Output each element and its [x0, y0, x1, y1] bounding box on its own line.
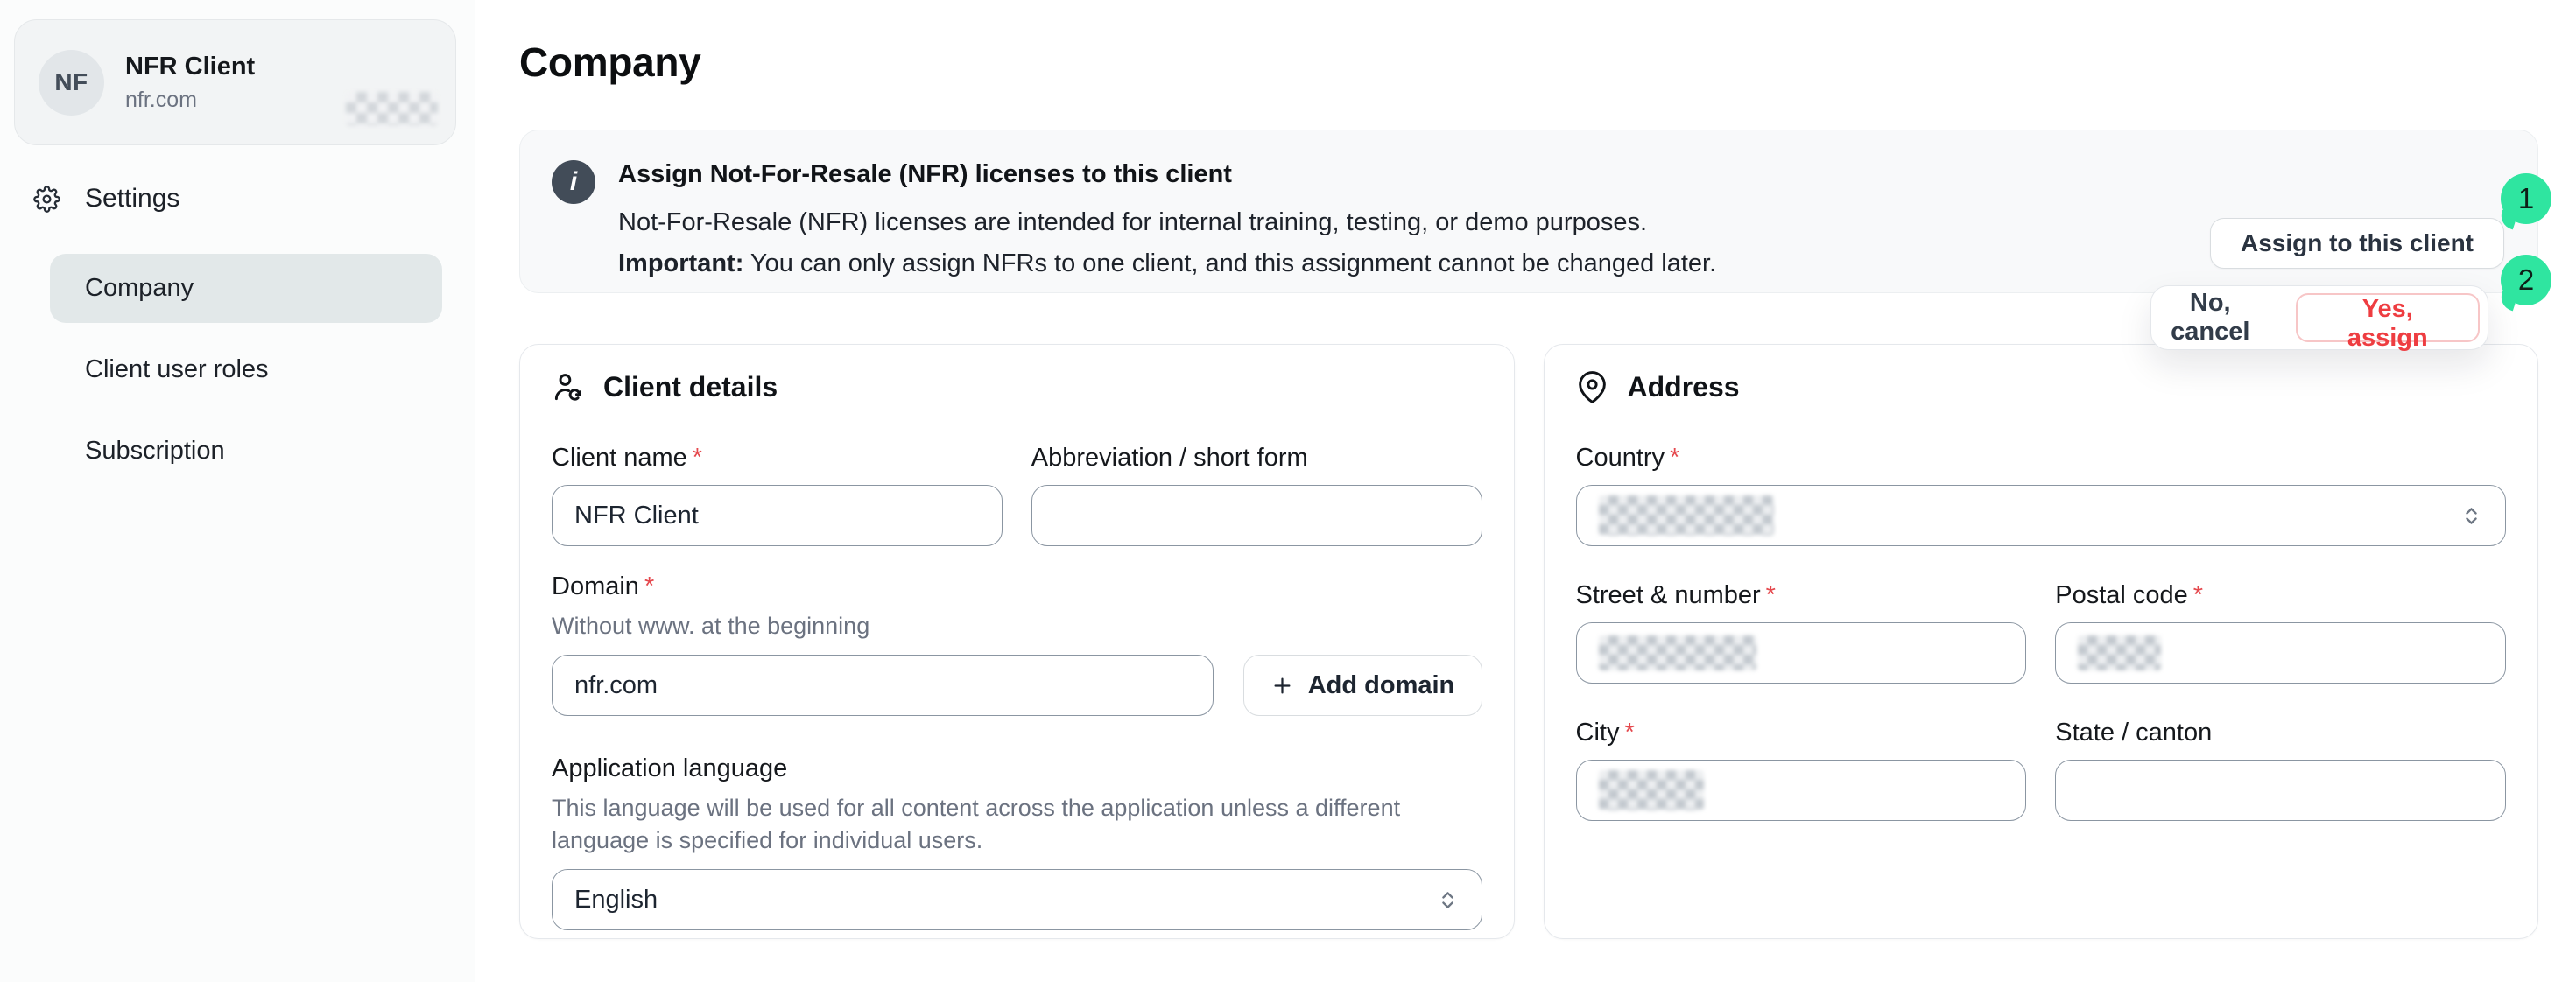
assign-to-client-button[interactable]: Assign to this client — [2210, 218, 2504, 269]
street-input[interactable] — [1576, 622, 2027, 684]
application-language-value: English — [574, 886, 658, 915]
banner-important-text: You can only assign NFRs to one client, … — [743, 249, 1716, 277]
chevron-up-down-icon — [1436, 888, 1460, 912]
application-language-select[interactable]: English — [552, 869, 1482, 930]
client-details-title: Client details — [603, 371, 778, 403]
assign-confirm-popover: No, cancel Yes, assign — [2150, 285, 2488, 350]
application-language-helper: This language will be used for all conte… — [552, 792, 1482, 857]
banner-body-line2: Important: You can only assign NFRs to o… — [618, 243, 1716, 284]
country-field: Country* — [1576, 444, 2507, 546]
required-marker: * — [644, 572, 654, 600]
country-label: Country* — [1576, 444, 2507, 473]
address-card: Address Country* Street & number* — [1544, 344, 2539, 939]
required-marker: * — [2193, 581, 2203, 609]
form-cards: Client details Client name* Abbreviation… — [519, 344, 2538, 939]
client-name: NFR Client — [125, 53, 255, 81]
page-title: Company — [519, 39, 2538, 86]
client-name-label: Client name* — [552, 444, 1003, 473]
sidebar-item-company[interactable]: Company — [50, 254, 442, 323]
postal-code-field: Postal code* — [2055, 581, 2506, 684]
settings-label: Settings — [85, 184, 179, 214]
sidebar: NF NFR Client nfr.com Settings Company C… — [0, 0, 475, 982]
main-content: Company i Assign Not-For-Resale (NFR) li… — [475, 0, 2576, 982]
address-title: Address — [1628, 371, 1740, 403]
user-sync-icon — [552, 371, 584, 403]
city-value-redacted — [1599, 770, 1704, 810]
city-label: City* — [1576, 719, 2027, 747]
street-value-redacted — [1599, 635, 1756, 670]
nfr-info-banner: i Assign Not-For-Resale (NFR) licenses t… — [519, 130, 2538, 293]
application-language-field: Application language This language will … — [552, 754, 1482, 930]
country-value-redacted — [1599, 495, 1774, 536]
sidebar-section-settings[interactable]: Settings — [33, 184, 475, 214]
domain-label: Domain* — [552, 572, 1482, 601]
annotation-marker-1: 1 — [2501, 173, 2551, 224]
plus-icon — [1270, 674, 1294, 698]
street-label: Street & number* — [1576, 581, 2027, 610]
banner-body-line1: Not-For-Resale (NFR) licenses are intend… — [618, 202, 1716, 243]
abbreviation-label: Abbreviation / short form — [1031, 444, 1482, 473]
required-marker: * — [1624, 719, 1634, 747]
client-card[interactable]: NF NFR Client nfr.com — [14, 19, 456, 145]
application-language-label: Application language — [552, 754, 1482, 783]
client-domain: nfr.com — [125, 88, 255, 113]
state-label: State / canton — [2055, 719, 2506, 747]
add-domain-label: Add domain — [1308, 671, 1455, 700]
gear-icon — [33, 186, 60, 213]
address-header: Address — [1576, 371, 2507, 403]
map-pin-icon — [1576, 371, 1608, 403]
postal-code-value-redacted — [2078, 635, 2161, 670]
sidebar-item-subscription[interactable]: Subscription — [50, 417, 442, 486]
cancel-button[interactable]: No, cancel — [2151, 289, 2270, 347]
avatar: NF — [39, 50, 104, 116]
abbreviation-field: Abbreviation / short form — [1031, 444, 1482, 546]
state-field: State / canton — [2055, 719, 2506, 821]
sidebar-nav: Company Client user roles Subscription — [50, 254, 475, 486]
chevron-up-down-icon — [2460, 504, 2483, 528]
postal-code-label: Postal code* — [2055, 581, 2506, 610]
banner-text: Assign Not-For-Resale (NFR) licenses to … — [618, 157, 1716, 292]
city-field: City* — [1576, 719, 2027, 821]
banner-important-label: Important: — [618, 249, 743, 277]
required-marker: * — [1670, 444, 1679, 472]
info-icon: i — [552, 160, 595, 204]
domain-input[interactable] — [552, 655, 1214, 716]
domain-helper: Without www. at the beginning — [552, 610, 1482, 642]
sidebar-item-client-user-roles[interactable]: Client user roles — [50, 335, 442, 404]
client-meta: NFR Client nfr.com — [125, 53, 255, 113]
client-logo-redacted — [346, 92, 438, 125]
annotation-marker-2: 2 — [2501, 255, 2551, 305]
street-field: Street & number* — [1576, 581, 2027, 684]
domain-field: Domain* Without www. at the beginning Ad… — [552, 572, 1482, 716]
required-marker: * — [693, 444, 702, 472]
city-input[interactable] — [1576, 760, 2027, 821]
confirm-assign-button[interactable]: Yes, assign — [2296, 293, 2481, 342]
state-input[interactable] — [2055, 760, 2506, 821]
client-details-card: Client details Client name* Abbreviation… — [519, 344, 1515, 939]
client-details-header: Client details — [552, 371, 1482, 403]
postal-code-input[interactable] — [2055, 622, 2506, 684]
client-name-field: Client name* — [552, 444, 1003, 546]
client-name-input[interactable] — [552, 485, 1003, 546]
banner-title: Assign Not-For-Resale (NFR) licenses to … — [618, 157, 1716, 192]
abbreviation-input[interactable] — [1031, 485, 1482, 546]
add-domain-button[interactable]: Add domain — [1243, 655, 1482, 716]
country-select[interactable] — [1576, 485, 2507, 546]
required-marker: * — [1766, 581, 1776, 609]
